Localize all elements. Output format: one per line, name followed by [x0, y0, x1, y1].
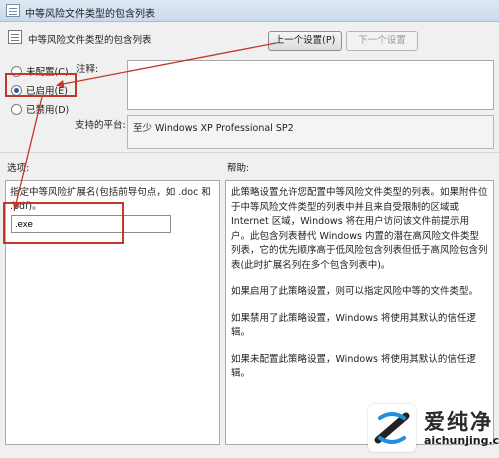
- watermark-logo: 爱纯净 aichunjing.com: [368, 400, 499, 456]
- logo-badge: [368, 404, 416, 452]
- arrow-to-enabled: [56, 42, 277, 88]
- watermark-name: 爱纯净: [424, 410, 493, 434]
- annotation-arrows: [12, 42, 277, 210]
- logo-icon: [374, 412, 410, 444]
- watermark-url: aichunjing.com: [424, 434, 499, 447]
- arrow-to-extension: [12, 96, 43, 210]
